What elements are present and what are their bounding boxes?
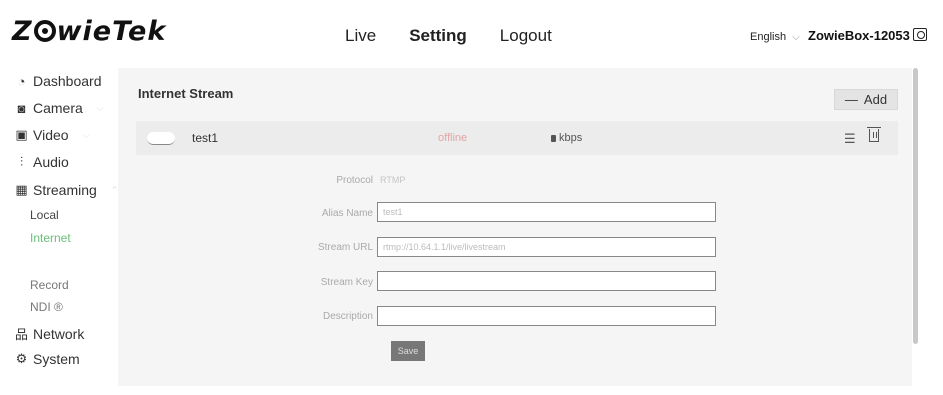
stream-name: test1 bbox=[192, 131, 219, 145]
panel-title: Internet Stream bbox=[138, 86, 234, 101]
sidebar-item-label: System bbox=[33, 351, 80, 367]
sidebar-item-network[interactable]: 品 Network bbox=[14, 324, 84, 343]
device-name: ZowieBox-12053 bbox=[808, 28, 910, 43]
alias-name-input[interactable] bbox=[377, 202, 716, 222]
stream-key-label: Stream Key bbox=[320, 277, 373, 288]
stream-key-input[interactable] bbox=[377, 271, 716, 291]
vertical-scrollbar[interactable] bbox=[913, 68, 918, 344]
plus-icon: — bbox=[844, 92, 858, 107]
camera-icon: ◙ bbox=[17, 100, 26, 116]
sidebar-item-dashboard[interactable]: ◔ Dashboard bbox=[14, 73, 102, 89]
nav-setting[interactable]: Setting bbox=[409, 26, 467, 46]
sidebar-item-camera[interactable]: ◙ Camera ⌵ bbox=[14, 100, 104, 116]
sidebar-item-label: Network bbox=[33, 325, 85, 342]
protocol-label: Protocol bbox=[336, 175, 373, 186]
chevron-down-icon: ⌵ bbox=[96, 102, 104, 113]
url-label: Stream URL bbox=[317, 242, 373, 253]
sidebar-item-streaming[interactable]: ▦ Streaming ⌃ bbox=[14, 182, 118, 198]
description-label: Description bbox=[322, 311, 373, 322]
chevron-down-icon: ⌵ bbox=[792, 32, 800, 43]
chevron-down-icon: ⌵ bbox=[82, 129, 90, 140]
sidebar-item-label: Dashboard bbox=[33, 73, 102, 89]
protocol-value: RTMP bbox=[380, 175, 406, 185]
sidebar-item-system[interactable]: ⚙ System bbox=[14, 351, 80, 367]
sidebar-subitem-record[interactable]: Record bbox=[30, 278, 69, 292]
sidebar-item-label: Camera bbox=[33, 100, 83, 116]
dashboard-icon: ◔ bbox=[17, 73, 26, 89]
top-navigation: Live Setting Logout bbox=[345, 26, 552, 46]
network-icon: 品 bbox=[14, 327, 28, 342]
save-button[interactable]: Save bbox=[391, 341, 425, 361]
sidebar-item-label: Audio bbox=[33, 154, 69, 170]
streaming-icon: ▦ bbox=[15, 182, 28, 197]
add-button-label: Add bbox=[863, 92, 888, 107]
language-label: English bbox=[750, 31, 787, 43]
audio-icon: ⫶ bbox=[19, 154, 24, 169]
sidebar-item-video[interactable]: ▣ Video ⌵ bbox=[14, 127, 89, 143]
stream-bitrate: kbps bbox=[551, 132, 582, 144]
settings-sliders-icon[interactable]: ☰ bbox=[844, 131, 856, 147]
alias-label: Alias Name bbox=[321, 208, 373, 219]
nav-logout[interactable]: Logout bbox=[500, 26, 552, 46]
sidebar-subitem-local[interactable]: Local bbox=[30, 208, 59, 222]
video-icon: ▣ bbox=[15, 127, 28, 142]
sidebar-subitem-ndi[interactable]: NDI ® bbox=[30, 300, 63, 314]
internet-stream-panel: Internet Stream — Add test1 offline kbps … bbox=[118, 68, 912, 386]
nav-live[interactable]: Live bbox=[345, 26, 376, 46]
bitrate-indicator-icon bbox=[551, 134, 556, 142]
sidebar-item-audio[interactable]: ⫶ Audio bbox=[14, 154, 69, 170]
sidebar-item-label: Video bbox=[33, 127, 69, 143]
language-select[interactable]: English ⌵ bbox=[750, 31, 800, 43]
sidebar-subitem-internet[interactable]: Internet bbox=[30, 231, 71, 245]
sidebar-item-label: Streaming bbox=[33, 182, 97, 198]
system-icon: ⚙ bbox=[15, 351, 28, 366]
description-input[interactable] bbox=[377, 306, 716, 326]
logo-circle-icon bbox=[33, 20, 56, 42]
stream-enable-toggle[interactable] bbox=[147, 132, 175, 145]
bitrate-unit: kbps bbox=[559, 132, 583, 144]
stream-status: offline bbox=[438, 132, 468, 144]
add-stream-button[interactable]: — Add bbox=[834, 89, 898, 110]
zowietek-logo: ZwieTek bbox=[12, 16, 167, 47]
stream-row: test1 offline kbps ☰ bbox=[136, 121, 898, 155]
trash-icon[interactable] bbox=[867, 127, 881, 142]
snapshot-icon[interactable] bbox=[913, 28, 927, 41]
stream-url-input[interactable] bbox=[377, 237, 716, 257]
